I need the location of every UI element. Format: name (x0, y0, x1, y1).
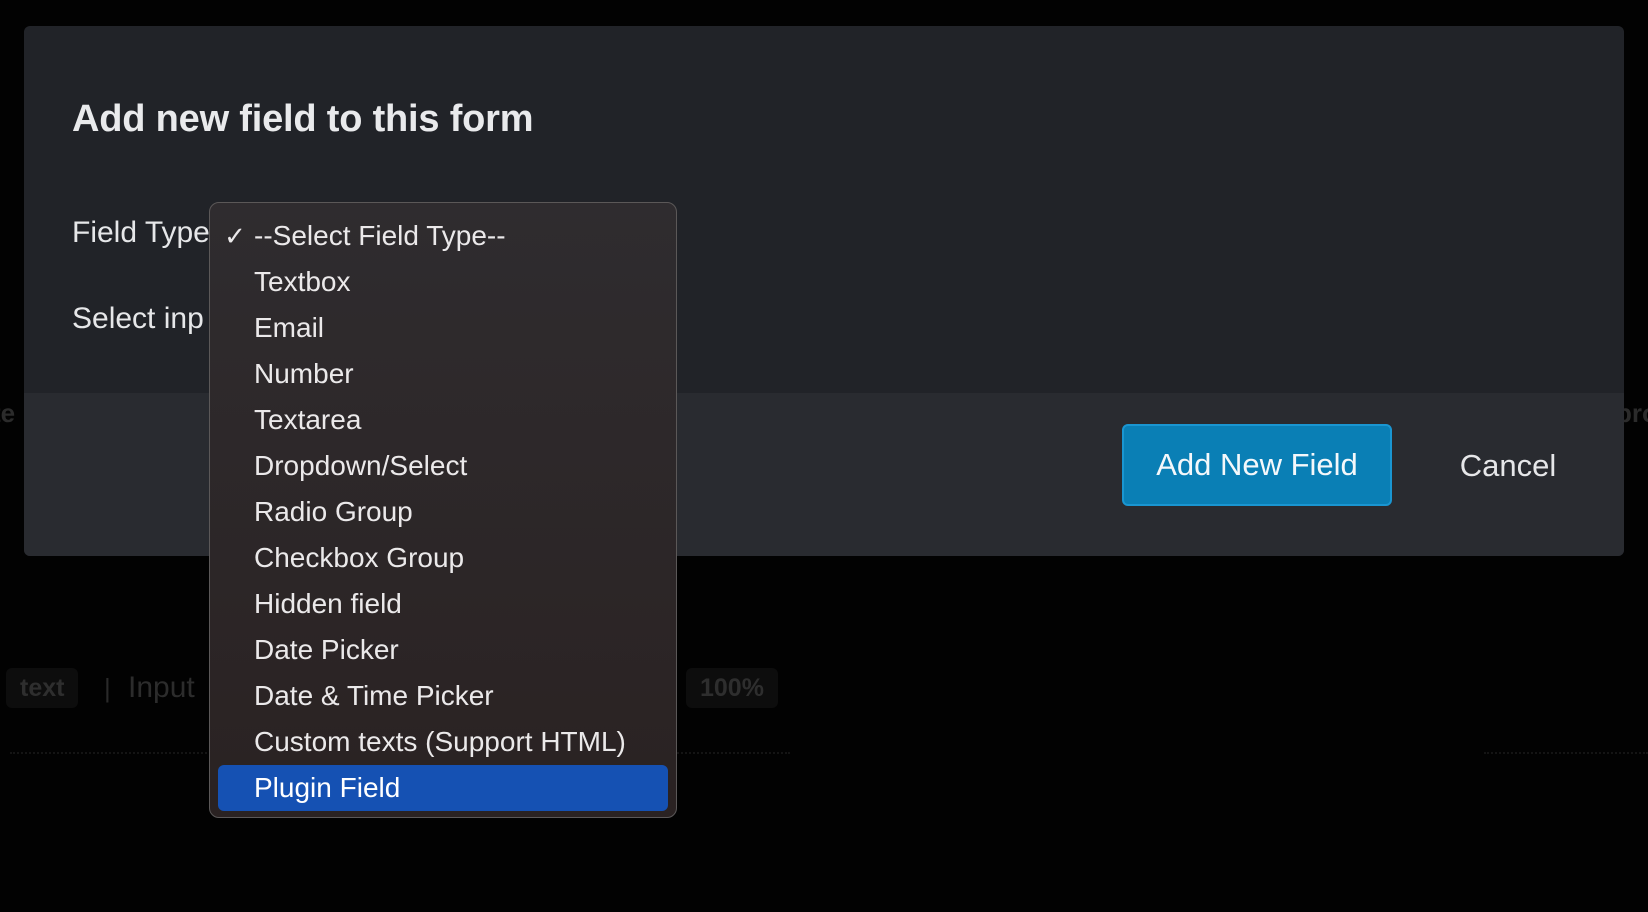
dropdown-option[interactable]: Radio Group (218, 489, 668, 535)
dropdown-option-label: Hidden field (254, 588, 402, 619)
dropdown-option-label: Dropdown/Select (254, 450, 468, 481)
dropdown-option-label: Email (254, 312, 325, 343)
dropdown-option[interactable]: Textarea (218, 397, 668, 443)
background-type-chip: text (6, 668, 79, 708)
dropdown-option-label: Textarea (254, 404, 362, 435)
dropdown-option[interactable]: Number (218, 351, 668, 397)
dropdown-option[interactable]: ✓ --Select Field Type-- (218, 213, 668, 259)
dialog-title: Add new field to this form (72, 98, 534, 140)
dropdown-option-label: Checkbox Group (254, 542, 465, 573)
dropdown-option-label: Custom texts (Support HTML) (254, 726, 626, 757)
cancel-button[interactable]: Cancel (1438, 428, 1578, 504)
background-separator: | (104, 673, 111, 703)
field-type-dropdown-menu[interactable]: ✓ --Select Field Type-- Textbox Email Number… (209, 202, 677, 818)
dropdown-option[interactable]: Email (218, 305, 668, 351)
dropdown-option[interactable]: Dropdown/Select (218, 443, 668, 489)
background-width-chip: 100% (686, 668, 778, 708)
dropdown-option[interactable]: Hidden field (218, 581, 668, 627)
screen: te pro text | Input 100% Add new field t… (0, 0, 1648, 912)
checkmark-icon: ✓ (224, 221, 246, 251)
select-input-label: Select inp (72, 302, 204, 335)
dropdown-option-label: Date & Time Picker (254, 680, 494, 711)
background-input-label: Input (128, 671, 195, 704)
dropdown-option[interactable]: Custom texts (Support HTML) (218, 719, 668, 765)
dropdown-option-label: Plugin Field (254, 772, 401, 803)
dropdown-option-label: Radio Group (254, 496, 413, 527)
dropdown-option-label: Date Picker (254, 634, 399, 665)
field-type-label: Field Type (72, 216, 210, 249)
add-new-field-button[interactable]: Add New Field (1122, 424, 1392, 506)
dropdown-option-label: Textbox (254, 266, 351, 297)
background-divider-right (1484, 752, 1648, 754)
dropdown-option[interactable]: Textbox (218, 259, 668, 305)
dropdown-option-label: --Select Field Type-- (254, 220, 506, 251)
dropdown-option-label: Number (254, 358, 354, 389)
dropdown-option[interactable]: Date Picker (218, 627, 668, 673)
background-text-fragment-left: te (0, 398, 16, 428)
dropdown-option[interactable]: Date & Time Picker (218, 673, 668, 719)
dropdown-option[interactable]: Plugin Field (218, 765, 668, 811)
dropdown-option[interactable]: Checkbox Group (218, 535, 668, 581)
